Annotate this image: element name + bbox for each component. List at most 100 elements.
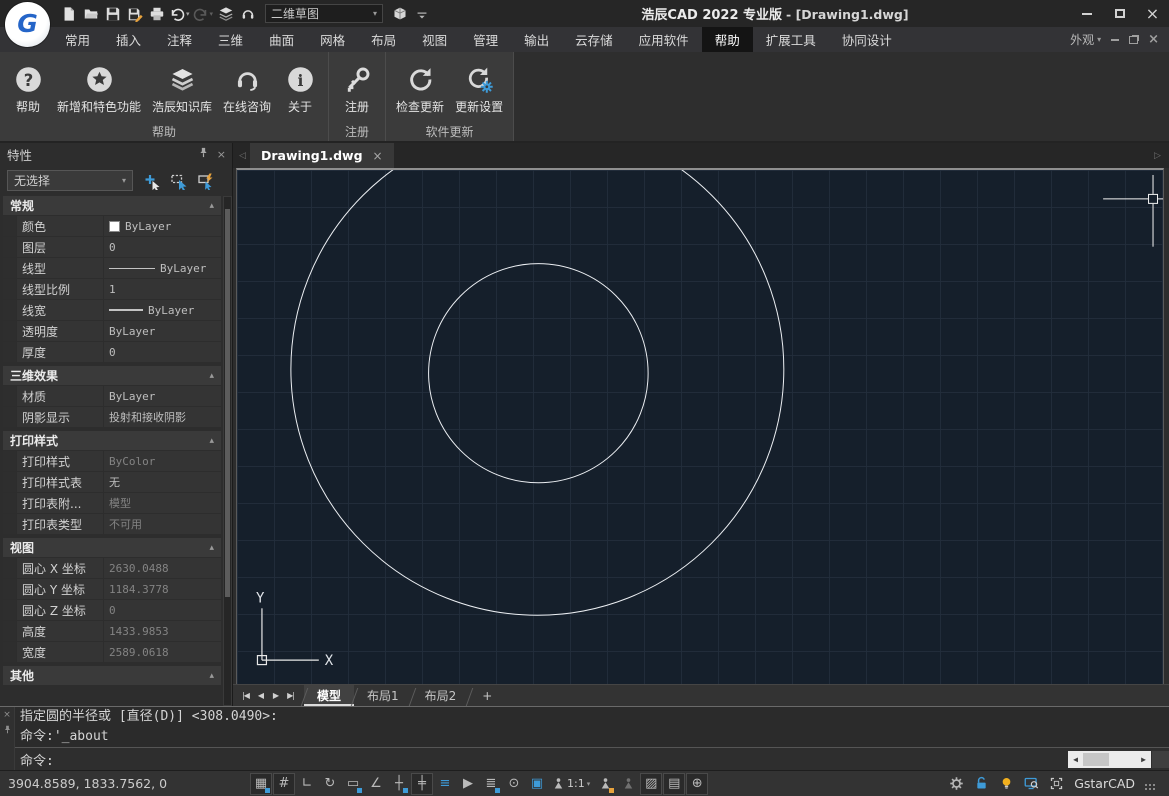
selection-dropdown[interactable]: 无选择 ▾ <box>7 170 133 191</box>
section-header[interactable]: 其他▴ <box>3 666 221 685</box>
dynamic-input-toggle[interactable]: ▭ <box>342 773 364 795</box>
property-row[interactable]: 高度1433.9853 <box>3 621 221 641</box>
layout-prev-icon[interactable]: ◀ <box>253 691 268 700</box>
save-as-button[interactable] <box>124 3 145 25</box>
ribbon-tab-9[interactable]: 输出 <box>511 27 562 52</box>
selection-cycling-toggle[interactable]: ▶ <box>457 773 479 795</box>
online-support-button[interactable] <box>237 3 258 25</box>
property-row[interactable]: 颜色ByLayer <box>3 216 221 236</box>
info-circle-button[interactable]: i关于 <box>277 63 323 116</box>
full-screen-button[interactable] <box>1049 776 1064 791</box>
toggle-pickadd-button[interactable] <box>192 169 219 192</box>
property-row[interactable]: 线型ByLayer <box>3 258 221 278</box>
section-header[interactable]: 视图▴ <box>3 538 221 557</box>
property-row[interactable]: 宽度2589.0618 <box>3 642 221 662</box>
command-input-row[interactable]: 命令: ◀ ▶ <box>15 747 1169 770</box>
visual-style-cube-button[interactable] <box>389 3 410 25</box>
property-value-cell[interactable]: ByLayer <box>104 300 221 320</box>
display-settings-button[interactable] <box>1024 776 1039 791</box>
outer-circle[interactable] <box>291 170 784 615</box>
property-row[interactable]: 圆心 Z 坐标0 <box>3 600 221 620</box>
ui-lock-button[interactable] <box>974 776 989 791</box>
property-row[interactable]: 圆心 X 坐标2630.0488 <box>3 558 221 578</box>
save-button[interactable] <box>102 3 123 25</box>
select-objects-button[interactable] <box>165 169 192 192</box>
maximize-button[interactable] <box>1103 0 1136 27</box>
property-row[interactable]: 材质ByLayer <box>3 386 221 406</box>
model-paper-space-toggle[interactable]: ▣ <box>526 773 548 795</box>
ribbon-tab-2[interactable]: 注释 <box>154 27 205 52</box>
property-value-cell[interactable]: ByLayer <box>104 216 221 236</box>
show-lineweight-toggle[interactable]: ≡ <box>434 773 456 795</box>
section-header[interactable]: 打印样式▴ <box>3 431 221 450</box>
annotation-scale-toggle[interactable]: 1:1▾ <box>549 773 593 795</box>
star-circle-button[interactable]: 新增和特色功能 <box>52 63 146 116</box>
close-button[interactable]: × <box>1136 0 1169 27</box>
undo-button[interactable]: ▾ <box>168 3 191 25</box>
property-row[interactable]: 打印样式ByColor <box>3 451 221 471</box>
object-snap-tracking-toggle[interactable]: ╪ <box>411 773 433 795</box>
angle-snap-toggle[interactable]: ∠ <box>365 773 387 795</box>
command-scrollbar[interactable]: ◀ ▶ <box>1068 751 1151 768</box>
toolbar-overflow-button[interactable] <box>411 3 432 25</box>
ribbon-tab-13[interactable]: 扩展工具 <box>753 27 829 52</box>
scroll-right-icon[interactable]: ▶ <box>1136 755 1151 764</box>
quick-properties-toggle[interactable]: ▤ <box>663 773 685 795</box>
tab-scroll-left-icon[interactable]: ◁ <box>235 151 250 161</box>
annotation-visibility-toggle[interactable] <box>594 773 616 795</box>
grid-display-toggle[interactable]: # <box>273 773 295 795</box>
section-header[interactable]: 三维效果▴ <box>3 366 221 385</box>
layout-tab-2[interactable]: 布局2 <box>412 685 470 706</box>
property-value-cell[interactable]: ByLayer <box>104 321 221 341</box>
object-snap-toggle[interactable]: ┼ <box>388 773 410 795</box>
property-row[interactable]: 厚度0 <box>3 342 221 362</box>
zoom-preview-toggle[interactable]: ⊙ <box>503 773 525 795</box>
refresh-gear-button[interactable]: 更新设置 <box>450 63 508 116</box>
ribbon-tab-8[interactable]: 管理 <box>460 27 511 52</box>
gstarcad-logo[interactable]: G <box>5 2 50 47</box>
property-row[interactable]: 阴影显示投射和接收阴影 <box>3 407 221 427</box>
property-value-cell[interactable]: ByColor <box>104 451 221 471</box>
layers-button[interactable] <box>215 3 236 25</box>
knowledge-books-button[interactable]: 浩辰知识库 <box>147 63 217 116</box>
resize-grip[interactable] <box>1145 784 1157 792</box>
property-row[interactable]: 线型比例1 <box>3 279 221 299</box>
ribbon-tab-6[interactable]: 布局 <box>358 27 409 52</box>
inner-circle[interactable] <box>429 264 649 483</box>
clean-screen-toggle[interactable]: ⊕ <box>686 773 708 795</box>
close-icon[interactable]: × <box>373 149 383 163</box>
ribbon-tab-5[interactable]: 网格 <box>307 27 358 52</box>
property-row[interactable]: 线宽ByLayer <box>3 300 221 320</box>
property-value-cell[interactable]: 0 <box>104 237 221 257</box>
property-value-cell[interactable]: 投射和接收阴影 <box>104 407 221 427</box>
isolate-objects-toggle[interactable]: ≣ <box>480 773 502 795</box>
quick-select-add-button[interactable] <box>138 169 165 192</box>
tab-scroll-right-icon[interactable]: ▷ <box>1150 151 1165 161</box>
layout-last-icon[interactable]: ▶| <box>283 691 298 700</box>
help-circle-button[interactable]: ?帮助 <box>5 63 51 116</box>
key-button[interactable]: 注册 <box>334 63 380 116</box>
redo-button[interactable]: ▾ <box>192 3 215 25</box>
property-value-cell[interactable]: 2630.0488 <box>104 558 221 578</box>
layout-tab-0[interactable]: 模型 <box>304 685 354 706</box>
refresh-button[interactable]: 检查更新 <box>391 63 449 116</box>
workspace-selector[interactable]: 二维草图 ▾ <box>265 4 383 23</box>
settings-gear-button[interactable] <box>949 776 964 791</box>
ortho-mode-toggle[interactable]: ∟ <box>296 773 318 795</box>
ribbon-tab-4[interactable]: 曲面 <box>256 27 307 52</box>
layout-tab-3[interactable]: + <box>469 685 505 706</box>
open-file-button[interactable] <box>80 3 101 25</box>
headset-button[interactable]: 在线咨询 <box>218 63 276 116</box>
property-value-cell[interactable]: 模型 <box>104 493 221 513</box>
doc-minimize-button[interactable] <box>1111 39 1119 41</box>
close-icon[interactable]: × <box>217 148 226 161</box>
property-value-cell[interactable]: 0 <box>104 342 221 362</box>
property-value-cell[interactable]: ByLayer <box>104 386 221 406</box>
minimize-button[interactable] <box>1070 0 1103 27</box>
hatch-background-toggle[interactable]: ▨ <box>640 773 662 795</box>
ribbon-tab-0[interactable]: 常用 <box>52 27 103 52</box>
polar-tracking-toggle[interactable]: ↻ <box>319 773 341 795</box>
ribbon-tab-3[interactable]: 三维 <box>205 27 256 52</box>
section-header[interactable]: 常规▴ <box>3 196 221 215</box>
ribbon-tab-11[interactable]: 应用软件 <box>626 27 702 52</box>
